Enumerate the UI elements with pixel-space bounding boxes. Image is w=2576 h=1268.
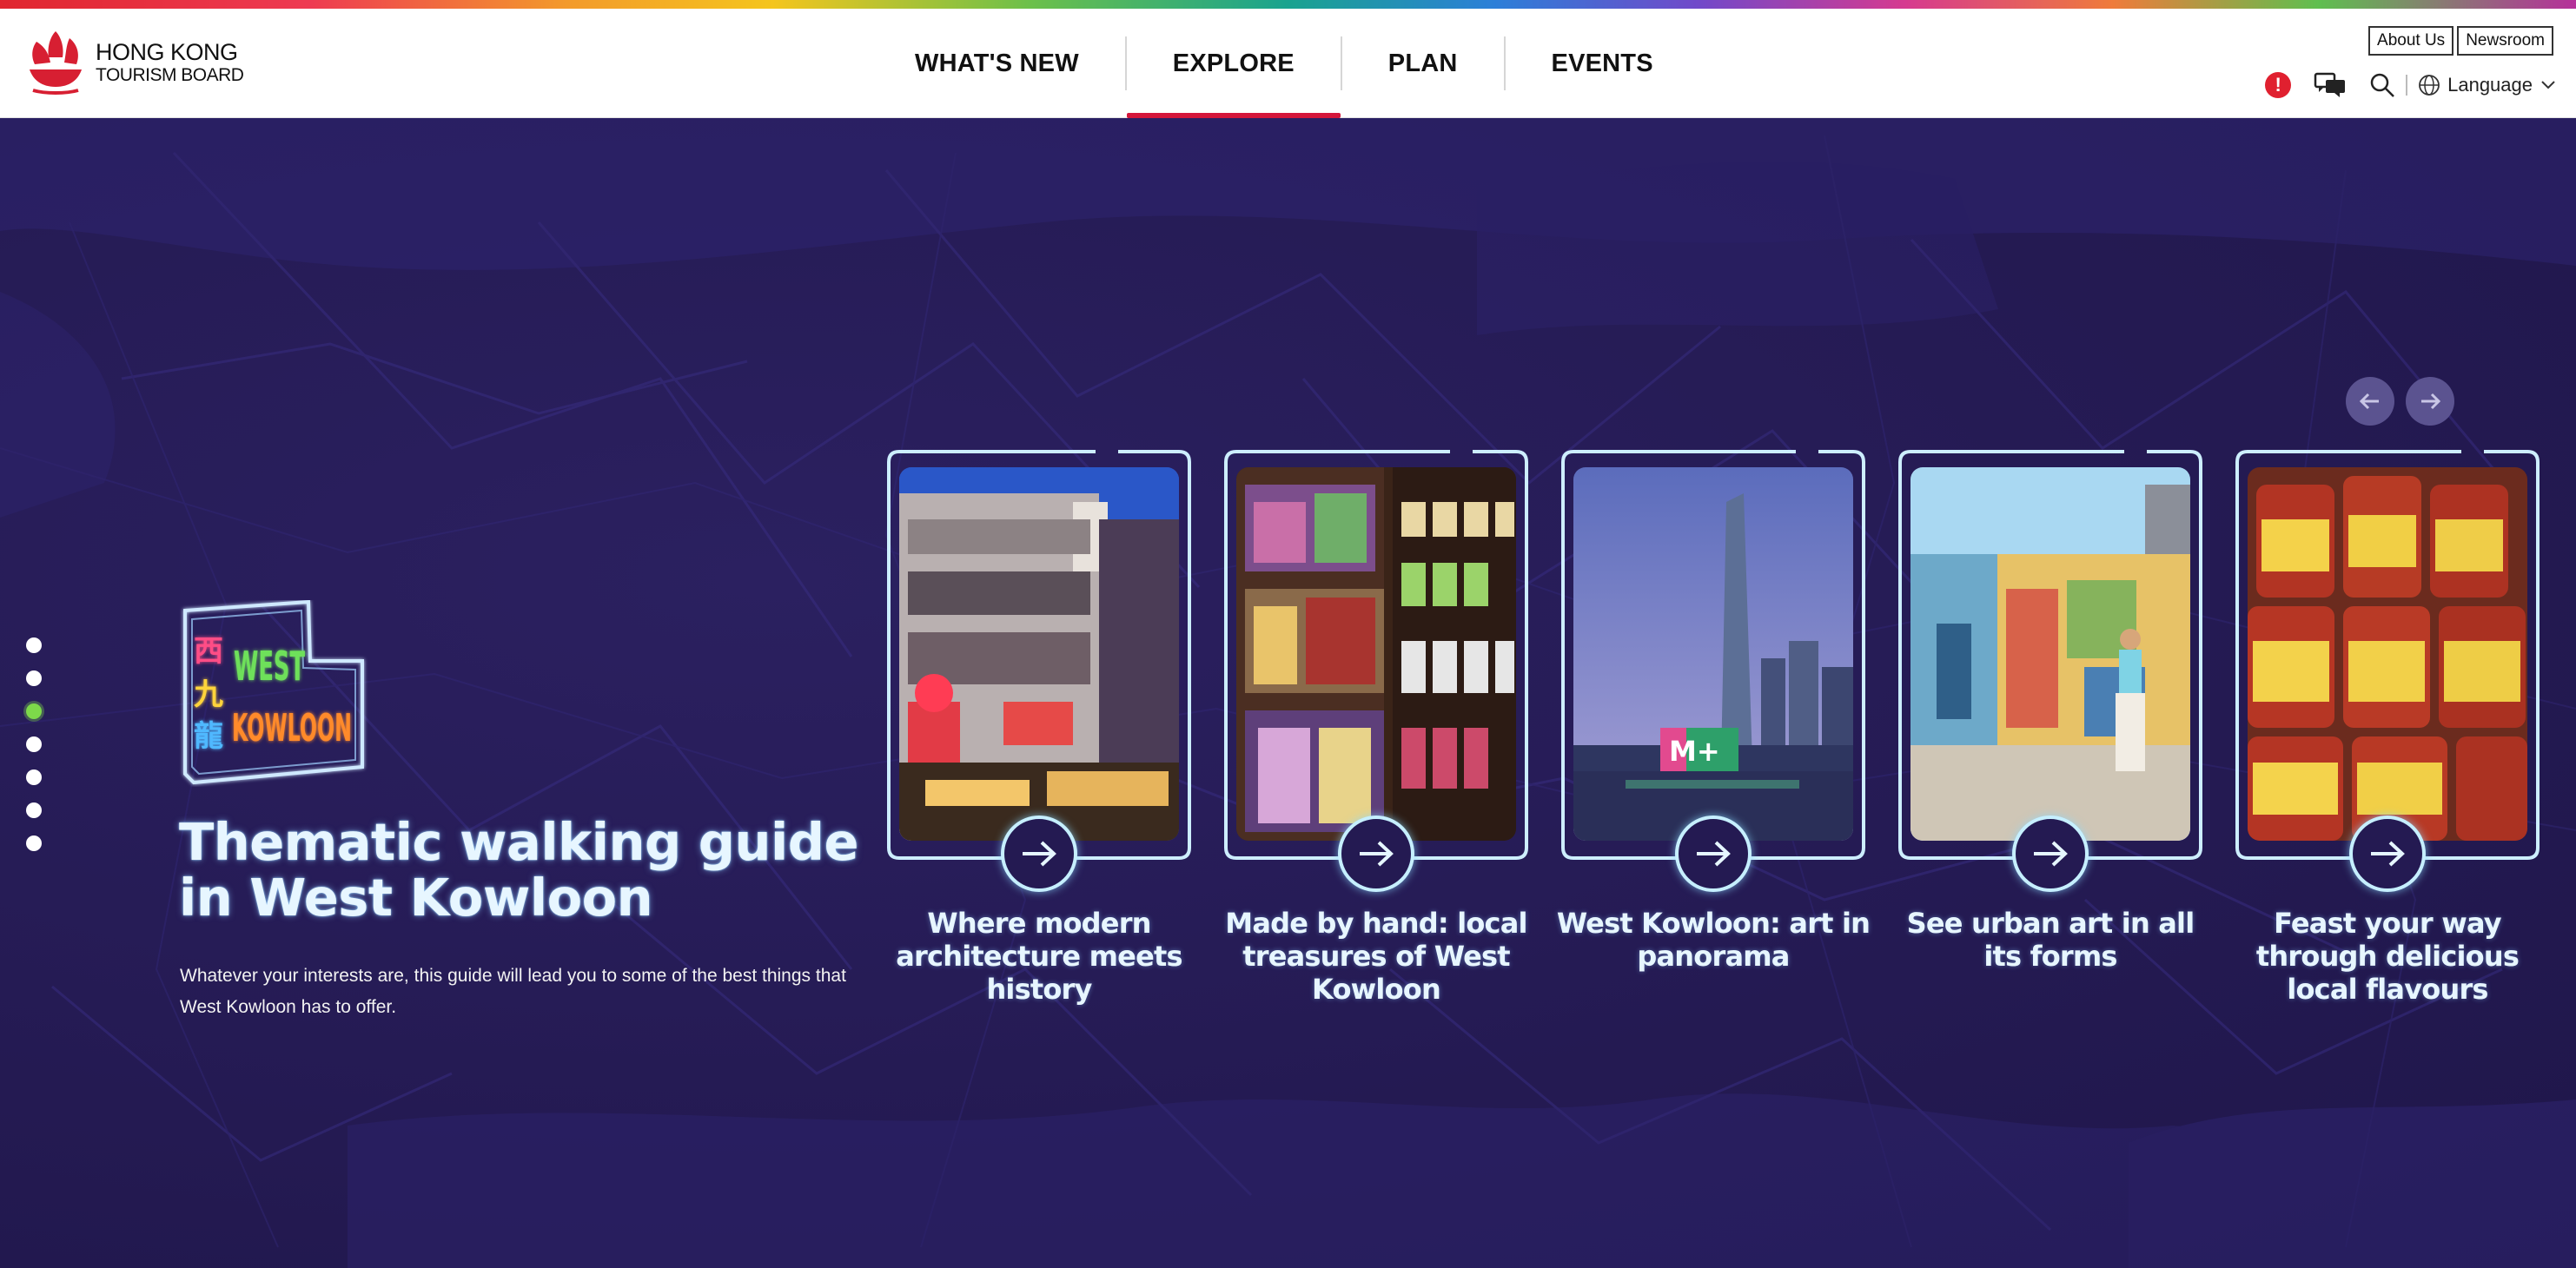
about-us-link[interactable]: About Us <box>2368 26 2454 56</box>
svg-text:M+: M+ <box>1669 735 1720 768</box>
slide-dot[interactable] <box>26 736 42 752</box>
card-open-button[interactable] <box>2012 816 2089 892</box>
chevron-down-icon <box>2541 81 2555 89</box>
mural-street-photo <box>1910 467 2190 841</box>
search-icon[interactable] <box>2369 72 2395 98</box>
guide-card[interactable]: See urban art in all its forms <box>1895 446 2206 973</box>
logo-line1: HONG KONG <box>96 39 238 65</box>
slide-dot[interactable] <box>26 835 42 851</box>
nav-whats-new[interactable]: WHAT'S NEW <box>869 9 1125 118</box>
svg-text:龍: 龍 <box>194 719 223 754</box>
nav-explore[interactable]: EXPLORE <box>1126 9 1341 118</box>
language-label: Language <box>2447 74 2533 96</box>
chat-icon[interactable] <box>2314 71 2347 99</box>
guide-card[interactable]: Made by hand: local treasures of West Ko… <box>1221 446 1532 1006</box>
utility-links: About Us Newsroom <box>2368 26 2553 56</box>
card-open-button[interactable] <box>1001 816 1077 892</box>
slide-dot-active[interactable] <box>26 703 42 719</box>
nav-plan[interactable]: PLAN <box>1342 9 1504 118</box>
hktb-logo[interactable]: HONG KONG TOURISM BOARD <box>24 28 244 97</box>
utility-divider <box>2406 75 2408 96</box>
arrow-right-icon <box>2034 841 2068 867</box>
arrow-right-icon <box>2421 393 2441 410</box>
svg-text:西: 西 <box>194 634 223 669</box>
slide-dot[interactable] <box>26 637 42 653</box>
west-kowloon-neon-logo: 西 九 龍 WEST KOWLOON <box>183 600 364 785</box>
junk-boat-icon <box>30 31 82 95</box>
top-color-strip <box>0 0 2576 9</box>
main-navigation: WHAT'S NEW EXPLORE PLAN EVENTS <box>869 9 1699 118</box>
card-open-button[interactable] <box>1675 816 1752 892</box>
carousel-next-button[interactable] <box>2406 377 2454 426</box>
embroidered-slippers-photo <box>1236 467 1516 841</box>
slide-pagination <box>26 637 42 851</box>
arrow-left-icon <box>2359 393 2379 410</box>
card-open-button[interactable] <box>2349 816 2426 892</box>
svg-text:九: 九 <box>194 677 223 712</box>
guide-card[interactable]: Feast your way through delicious local f… <box>2232 446 2543 1006</box>
card-title[interactable]: West Kowloon: art in panorama <box>1549 907 1877 973</box>
utility-icons: ! Language <box>2265 71 2557 99</box>
guide-cards: Where modern architecture meets history <box>884 446 2543 1006</box>
alert-icon[interactable]: ! <box>2265 72 2292 98</box>
card-open-button[interactable] <box>1338 816 1414 892</box>
hero-section: 西 九 龍 WEST KOWLOON Thematic walking guid… <box>0 118 2576 1268</box>
svg-text:WEST: WEST <box>234 643 305 690</box>
nav-events[interactable]: EVENTS <box>1506 9 1699 118</box>
arrow-right-icon <box>1023 841 1056 867</box>
slide-dot[interactable] <box>26 670 42 686</box>
newsroom-link[interactable]: Newsroom <box>2457 26 2553 56</box>
card-title[interactable]: Made by hand: local treasures of West Ko… <box>1212 907 1540 1006</box>
card-title[interactable]: Where modern architecture meets history <box>875 907 1203 1006</box>
language-selector[interactable]: Language <box>2418 74 2557 96</box>
hero-title: Thematic walking guide in West Kowloon <box>179 812 859 928</box>
arrow-right-icon <box>1697 841 1731 867</box>
globe-icon <box>2419 75 2440 96</box>
carousel-controls <box>2346 377 2454 426</box>
svg-text:KOWLOON: KOWLOON <box>232 706 352 750</box>
sauce-jars-photo <box>2248 467 2527 841</box>
guide-card[interactable]: Where modern architecture meets history <box>884 446 1195 1006</box>
arrow-right-icon <box>1360 841 1394 867</box>
slide-dot[interactable] <box>26 769 42 785</box>
logo-line2: TOURISM BOARD <box>96 65 244 85</box>
site-header: HONG KONG TOURISM BOARD WHAT'S NEW EXPLO… <box>0 9 2576 118</box>
carousel-prev-button[interactable] <box>2346 377 2394 426</box>
guide-card[interactable]: M+ West Kowloon: art in panorama <box>1557 446 1871 973</box>
card-title[interactable]: Feast your way through delicious local f… <box>2223 907 2552 1006</box>
arrow-right-icon <box>2371 841 2405 867</box>
slide-dot[interactable] <box>26 802 42 818</box>
card-title[interactable]: See urban art in all its forms <box>1886 907 2215 973</box>
neon-building-photo <box>899 467 1179 841</box>
hero-description: Whatever your interests are, this guide … <box>180 966 846 1017</box>
skyline-m-plus-photo: M+ <box>1573 467 1853 841</box>
